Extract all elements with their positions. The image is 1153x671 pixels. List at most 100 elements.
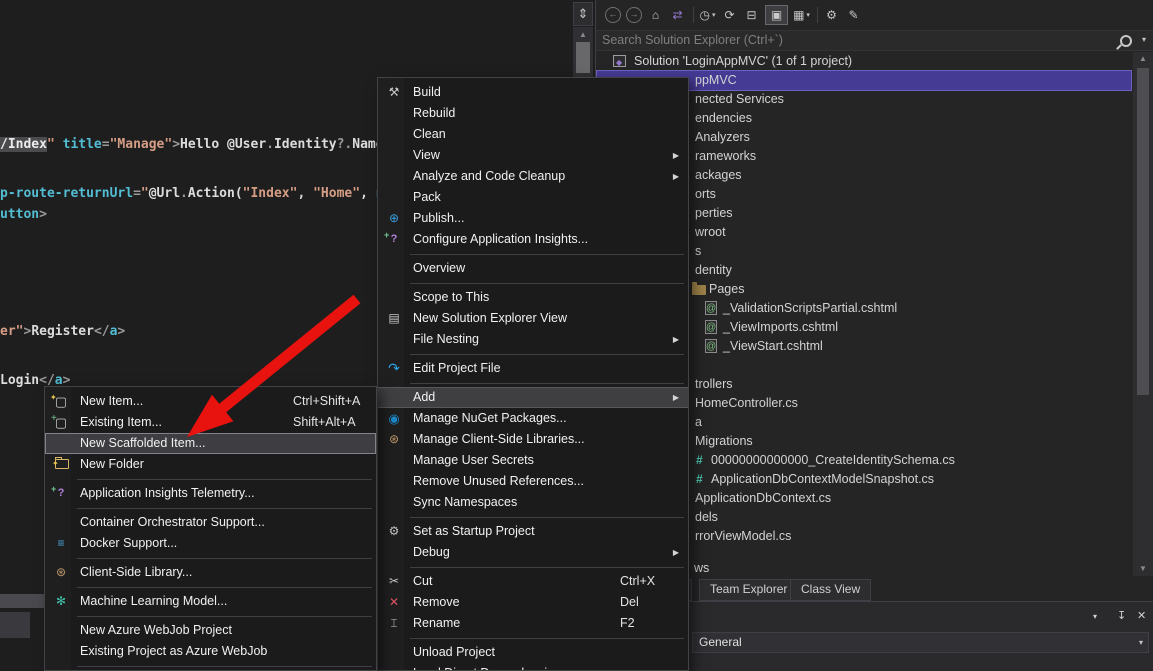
refresh-icon[interactable]: ⟳ — [721, 6, 738, 24]
menu-item-sync-namespaces[interactable]: Sync Namespaces — [378, 492, 688, 513]
menu-shortcut: Shift+Alt+A — [293, 412, 356, 433]
sync-with-active-document-icon[interactable]: ▦▾ — [793, 6, 810, 24]
tab-class-view[interactable]: Class View — [790, 579, 871, 601]
tree-item-label: Pages — [709, 280, 744, 299]
menu-item-manage-user-secrets[interactable]: Manage User Secrets — [378, 450, 688, 471]
switch-views-icon[interactable]: ⇄ — [669, 6, 686, 24]
hash-icon: # — [696, 470, 703, 489]
menu-item-manage-nuget-packages[interactable]: ◉Manage NuGet Packages... — [378, 408, 688, 429]
menu-item-overview[interactable]: Overview — [378, 258, 688, 279]
preview-selected-items-icon[interactable]: ✎ — [845, 6, 862, 24]
tab-team-explorer[interactable]: Team Explorer — [699, 579, 798, 601]
menu-item-application-insights-telemetry[interactable]: ?Application Insights Telemetry... — [45, 483, 376, 504]
hash-icon: # — [696, 451, 703, 470]
menu-item-label: Analyze and Code Cleanup — [413, 169, 565, 183]
window-position-caret-icon[interactable]: ▾ — [1093, 612, 1097, 621]
menu-item-load-direct-dependencies[interactable]: Load Direct Dependencies — [378, 663, 688, 671]
menu-item-cut[interactable]: ✂CutCtrl+X — [378, 571, 688, 592]
menu-item-build[interactable]: ⚒Build — [378, 82, 688, 103]
search-input[interactable]: Search Solution Explorer (Ctrl+`) — [602, 31, 783, 50]
editor-scrollbar-thumb[interactable] — [576, 42, 590, 73]
editor-split-handle-icon[interactable]: ⇕ — [573, 2, 593, 26]
menu-item-unload-project[interactable]: Unload Project — [378, 642, 688, 663]
code-token: ( — [235, 186, 243, 201]
scrollbar-up-icon[interactable]: ▲ — [573, 27, 593, 39]
menu-item-manage-client-side-libraries[interactable]: ⊛Manage Client-Side Libraries... — [378, 429, 688, 450]
menu-item-new-azure-webjob-project[interactable]: New Azure WebJob Project — [45, 620, 376, 641]
menu-item-new-scaffolded-item[interactable]: New Scaffolded Item... — [45, 433, 376, 454]
tree-item-solution-loginappmvc-1-of-1-project[interactable]: Solution 'LoginAppMVC' (1 of 1 project) — [596, 52, 1132, 71]
pin-icon[interactable]: ↧ — [1117, 609, 1126, 622]
editor-scrollbar[interactable]: ▲ — [573, 27, 593, 77]
menu-item-label: Configure Application Insights... — [413, 232, 588, 246]
submenu-arrow-icon: ▶ — [673, 145, 679, 166]
menu-item-remove[interactable]: ✕RemoveDel — [378, 592, 688, 613]
scrollbar-up-icon[interactable]: ▲ — [1133, 54, 1153, 63]
menu-item-pack[interactable]: Pack — [378, 187, 688, 208]
menu-item-new-solution-explorer-view[interactable]: ▤New Solution Explorer View — [378, 308, 688, 329]
menu-item-clean[interactable]: Clean — [378, 124, 688, 145]
search-box[interactable]: Search Solution Explorer (Ctrl+`) ▾ — [596, 30, 1153, 51]
scrollbar-down-icon[interactable]: ▼ — [1133, 564, 1153, 573]
menu-item-publish[interactable]: ⊕Publish... — [378, 208, 688, 229]
menu-item-label: New Item... — [80, 394, 143, 408]
menu-separator — [378, 563, 688, 571]
output-source-combobox[interactable]: General ▾ — [692, 632, 1149, 653]
back-icon[interactable]: ← — [605, 7, 621, 23]
menu-item-set-as-startup-project[interactable]: ⚙Set as Startup Project — [378, 521, 688, 542]
code-token: = — [102, 137, 110, 152]
search-options-caret-icon[interactable]: ▾ — [1142, 35, 1146, 44]
menu-item-add[interactable]: Add▶ — [378, 387, 688, 408]
menu-item-scope-to-this[interactable]: Scope to This — [378, 287, 688, 308]
menu-item-label: Application Insights Telemetry... — [80, 486, 255, 500]
menu-item-view[interactable]: View▶ — [378, 145, 688, 166]
show-all-files-icon[interactable]: ▣ — [765, 5, 788, 25]
menu-item-container-orchestrator-support[interactable]: Container Orchestrator Support... — [45, 512, 376, 533]
dropdown-caret-icon[interactable]: ▾ — [806, 12, 810, 19]
code-token — [55, 137, 63, 152]
explorer-scrollbar[interactable]: ▲ ▼ — [1133, 52, 1153, 576]
search-icon[interactable] — [1120, 35, 1132, 47]
editor-bottom-scrollbar-fragment[interactable] — [0, 594, 45, 608]
home-icon[interactable]: ⌂ — [647, 6, 664, 24]
tree-item-label: Solution 'LoginAppMVC' (1 of 1 project) — [634, 52, 852, 71]
pending-changes-filter-icon[interactable]: ◷▾ — [699, 6, 716, 24]
menu-item-machine-learning-model[interactable]: ✻Machine Learning Model... — [45, 591, 376, 612]
menu-separator — [378, 250, 688, 258]
menu-item-rebuild[interactable]: Rebuild — [378, 103, 688, 124]
code-line: utton> — [0, 207, 47, 223]
menu-item-configure-application-insights[interactable]: ?Configure Application Insights... — [378, 229, 688, 250]
code-token: @Url — [149, 186, 180, 201]
client-side-library-icon: ⊛ — [49, 562, 73, 583]
menu-item-rename[interactable]: ⌶RenameF2 — [378, 613, 688, 634]
menu-item-label: Remove — [413, 595, 460, 609]
menu-item-analyze-and-code-cleanup[interactable]: Analyze and Code Cleanup ▶ — [378, 166, 688, 187]
menu-separator — [378, 379, 688, 387]
menu-item-file-nesting[interactable]: File Nesting▶ — [378, 329, 688, 350]
dropdown-caret-icon[interactable]: ▾ — [712, 12, 716, 19]
menu-item-debug[interactable]: Debug▶ — [378, 542, 688, 563]
menu-item-label: Manage User Secrets — [413, 453, 534, 467]
edit-project-file-icon: ↷ — [382, 358, 406, 379]
collapse-all-icon[interactable]: ⊟ — [743, 6, 760, 24]
razor-icon: @ — [705, 301, 717, 315]
code-token: Identity — [274, 137, 337, 152]
explorer-scrollbar-thumb[interactable] — [1137, 68, 1149, 395]
menu-item-client-side-library[interactable]: ⊛Client-Side Library... — [45, 562, 376, 583]
menu-item-docker-support[interactable]: ≡Docker Support... — [45, 533, 376, 554]
menu-item-new-item[interactable]: ▢New Item...Ctrl+Shift+A — [45, 391, 376, 412]
close-icon[interactable]: ✕ — [1137, 609, 1146, 622]
menu-item-new-folder[interactable]: New Folder — [45, 454, 376, 475]
menu-separator — [45, 554, 376, 562]
properties-icon[interactable]: ⚙ — [823, 6, 840, 24]
menu-item-label: Scope to This — [413, 290, 489, 304]
menu-item-remove-unused-references[interactable]: Remove Unused References... — [378, 471, 688, 492]
menu-item-existing-project-as-azure-webjob[interactable]: Existing Project as Azure WebJob — [45, 641, 376, 662]
menu-item-edit-project-file[interactable]: ↷Edit Project File — [378, 358, 688, 379]
submenu-arrow-icon: ▶ — [673, 166, 679, 187]
menu-separator — [45, 583, 376, 591]
forward-icon[interactable]: → — [626, 7, 642, 23]
menu-item-label: Add — [413, 390, 435, 404]
combobox-caret-icon[interactable]: ▾ — [1139, 638, 1143, 647]
menu-item-existing-item[interactable]: ▢Existing Item...Shift+Alt+A — [45, 412, 376, 433]
